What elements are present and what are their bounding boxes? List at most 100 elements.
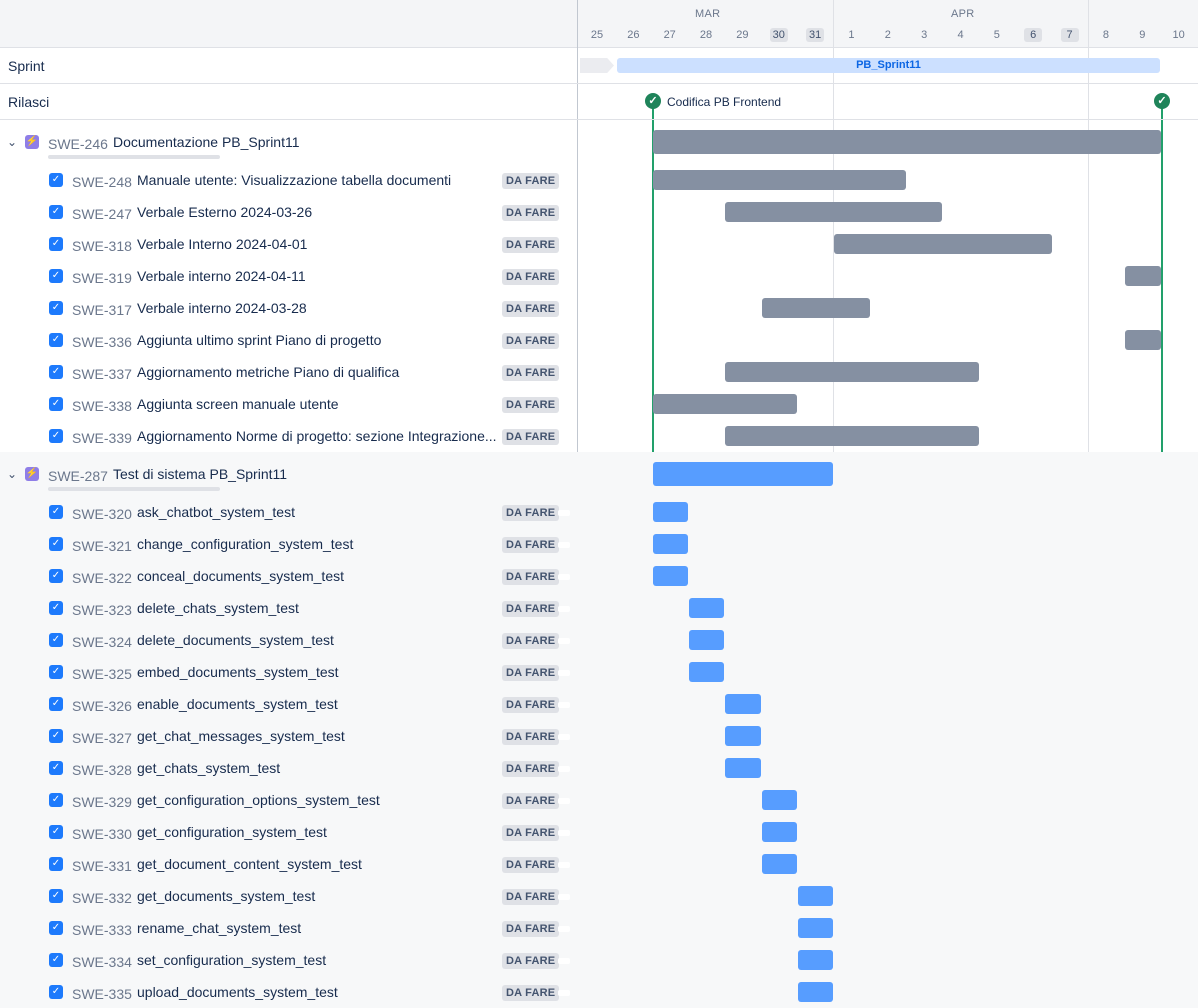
status-badge[interactable]: DA FARE (502, 953, 560, 969)
task-key[interactable]: SWE-318 (72, 238, 132, 254)
task-key[interactable]: SWE-326 (72, 698, 132, 714)
previous-sprint-bar[interactable] (580, 58, 614, 73)
task-key[interactable]: SWE-330 (72, 826, 132, 842)
task-title[interactable]: delete_chats_system_test (137, 600, 499, 616)
status-badge[interactable]: DA FARE (502, 921, 560, 937)
epic-key[interactable]: SWE-246 (48, 136, 108, 152)
task-key[interactable]: SWE-324 (72, 634, 132, 650)
task-key[interactable]: SWE-322 (72, 570, 132, 586)
task-bar[interactable] (725, 202, 943, 222)
task-bar[interactable] (725, 726, 761, 746)
checkbox-icon[interactable]: ✓ (49, 985, 63, 999)
status-badge[interactable]: DA FARE (502, 173, 560, 189)
task-title[interactable]: embed_documents_system_test (137, 664, 499, 680)
task-bar[interactable] (1125, 266, 1161, 286)
task-title[interactable]: get_chat_messages_system_test (137, 728, 499, 744)
task-bar[interactable] (798, 950, 834, 970)
checkbox-icon[interactable]: ✓ (49, 857, 63, 871)
checkbox-icon[interactable]: ✓ (49, 665, 63, 679)
task-title[interactable]: conceal_documents_system_test (137, 568, 499, 584)
checkbox-icon[interactable]: ✓ (49, 793, 63, 807)
task-title[interactable]: Verbale interno 2024-04-11 (137, 268, 499, 284)
task-title[interactable]: Aggiunta screen manuale utente (137, 396, 499, 412)
task-title[interactable]: Manuale utente: Visualizzazione tabella … (137, 172, 499, 188)
checkbox-icon[interactable]: ✓ (49, 953, 63, 967)
task-bar[interactable] (689, 630, 725, 650)
task-bar[interactable] (725, 758, 761, 778)
checkbox-icon[interactable]: ✓ (49, 397, 63, 411)
status-badge[interactable]: DA FARE (502, 889, 560, 905)
task-bar[interactable] (652, 534, 689, 554)
sprint-bar[interactable]: PB_Sprint11 (617, 58, 1160, 73)
task-title[interactable]: Aggiunta ultimo sprint Piano di progetto (137, 332, 499, 348)
task-bar[interactable] (1125, 330, 1161, 350)
status-badge[interactable]: DA FARE (502, 569, 560, 585)
task-title[interactable]: Verbale interno 2024-03-28 (137, 300, 499, 316)
checkbox-icon[interactable]: ✓ (49, 205, 63, 219)
task-bar[interactable] (761, 790, 798, 810)
task-key[interactable]: SWE-319 (72, 270, 132, 286)
task-key[interactable]: SWE-336 (72, 334, 132, 350)
task-key[interactable]: SWE-339 (72, 430, 132, 446)
task-title[interactable]: delete_documents_system_test (137, 632, 499, 648)
task-title[interactable]: Aggiornamento Norme di progetto: sezione… (137, 428, 499, 444)
status-badge[interactable]: DA FARE (502, 429, 560, 445)
checkbox-icon[interactable]: ✓ (49, 429, 63, 443)
status-badge[interactable]: DA FARE (502, 633, 560, 649)
task-bar[interactable] (834, 234, 1052, 254)
release-check-icon-2[interactable]: ✓ (1154, 93, 1170, 109)
status-badge[interactable]: DA FARE (502, 857, 560, 873)
status-badge[interactable]: DA FARE (502, 985, 560, 1001)
checkbox-icon[interactable]: ✓ (49, 761, 63, 775)
task-key[interactable]: SWE-248 (72, 174, 132, 190)
task-key[interactable]: SWE-335 (72, 986, 132, 1002)
chevron-down-icon[interactable]: ⌄ (5, 467, 19, 481)
chevron-down-icon[interactable]: ⌄ (5, 135, 19, 149)
status-badge[interactable]: DA FARE (502, 397, 560, 413)
task-key[interactable]: SWE-331 (72, 858, 132, 874)
status-badge[interactable]: DA FARE (502, 301, 560, 317)
task-key[interactable]: SWE-317 (72, 302, 132, 318)
checkbox-icon[interactable]: ✓ (49, 505, 63, 519)
checkbox-icon[interactable]: ✓ (49, 301, 63, 315)
status-badge[interactable]: DA FARE (502, 697, 560, 713)
epic-bar[interactable] (652, 462, 834, 486)
task-title[interactable]: ask_chatbot_system_test (137, 504, 499, 520)
task-bar[interactable] (652, 170, 907, 190)
task-title[interactable]: rename_chat_system_test (137, 920, 499, 936)
status-badge[interactable]: DA FARE (502, 665, 560, 681)
task-title[interactable]: change_configuration_system_test (137, 536, 499, 552)
status-badge[interactable]: DA FARE (502, 365, 560, 381)
task-key[interactable]: SWE-332 (72, 890, 132, 906)
task-bar[interactable] (725, 694, 761, 714)
status-badge[interactable]: DA FARE (502, 237, 560, 253)
task-bar[interactable] (761, 298, 870, 318)
task-title[interactable]: get_configuration_options_system_test (137, 792, 499, 808)
task-key[interactable]: SWE-333 (72, 922, 132, 938)
checkbox-icon[interactable]: ✓ (49, 237, 63, 251)
task-title[interactable]: get_document_content_system_test (137, 856, 499, 872)
checkbox-icon[interactable]: ✓ (49, 333, 63, 347)
task-key[interactable]: SWE-334 (72, 954, 132, 970)
task-key[interactable]: SWE-321 (72, 538, 132, 554)
task-bar[interactable] (798, 982, 834, 1002)
task-key[interactable]: SWE-337 (72, 366, 132, 382)
task-bar[interactable] (798, 886, 834, 906)
status-badge[interactable]: DA FARE (502, 269, 560, 285)
task-bar[interactable] (652, 502, 689, 522)
task-title[interactable]: upload_documents_system_test (137, 984, 499, 1000)
status-badge[interactable]: DA FARE (502, 761, 560, 777)
task-title[interactable]: set_configuration_system_test (137, 952, 499, 968)
task-bar[interactable] (761, 822, 798, 842)
checkbox-icon[interactable]: ✓ (49, 173, 63, 187)
checkbox-icon[interactable]: ✓ (49, 365, 63, 379)
task-bar[interactable] (798, 918, 834, 938)
task-key[interactable]: SWE-338 (72, 398, 132, 414)
task-bar[interactable] (725, 426, 979, 446)
status-badge[interactable]: DA FARE (502, 793, 560, 809)
status-badge[interactable]: DA FARE (502, 825, 560, 841)
epic-title[interactable]: Documentazione PB_Sprint11 (113, 134, 300, 150)
checkbox-icon[interactable]: ✓ (49, 825, 63, 839)
task-bar[interactable] (689, 662, 725, 682)
task-key[interactable]: SWE-325 (72, 666, 132, 682)
